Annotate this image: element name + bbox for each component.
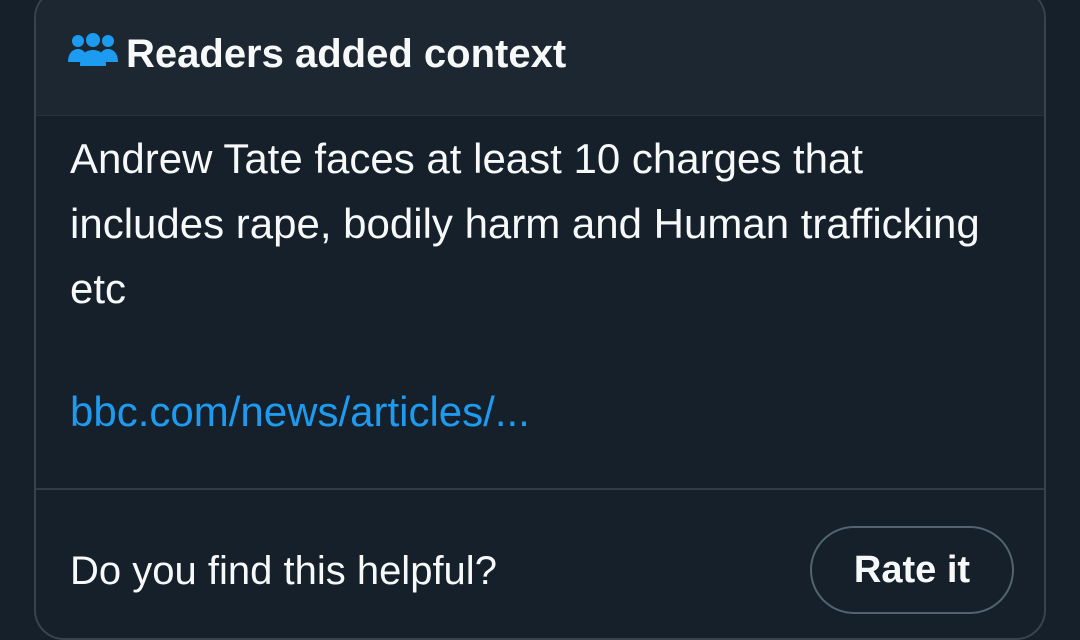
source-link[interactable]: bbc.com/news/articles/... [70,386,530,438]
note-header: Readers added context [36,0,1044,116]
community-note-card: Readers added context Andrew Tate faces … [34,0,1046,640]
note-title: Readers added context [126,32,567,76]
note-context-text: Andrew Tate faces at least 10 charges th… [70,135,980,312]
rate-it-button[interactable]: Rate it [810,526,1014,614]
helpful-question: Do you find this helpful? [70,549,497,593]
divider [36,488,1044,490]
people-group-icon [68,32,118,68]
